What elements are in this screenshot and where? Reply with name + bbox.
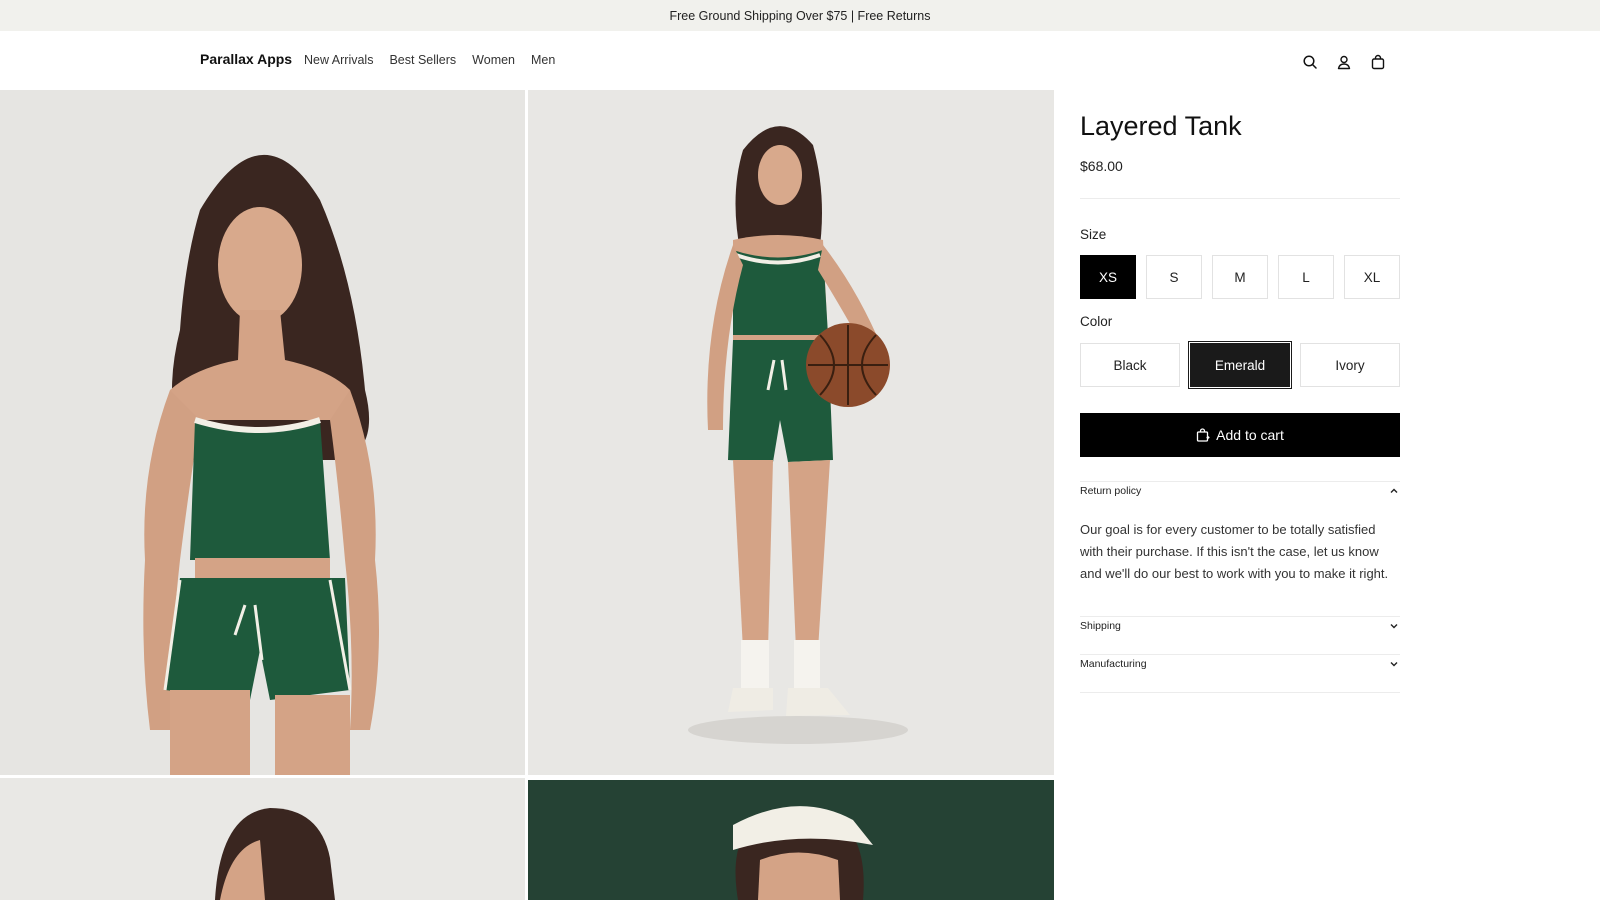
nav-best-sellers[interactable]: Best Sellers <box>389 53 456 67</box>
color-label: Color <box>1080 314 1113 329</box>
nav-men[interactable]: Men <box>531 53 555 67</box>
size-option-l[interactable]: L <box>1278 255 1334 299</box>
search-icon[interactable] <box>1298 51 1322 73</box>
product-image-full-body[interactable] <box>528 90 1054 775</box>
chevron-down-icon <box>1388 620 1400 632</box>
size-label: Size <box>1080 227 1107 242</box>
divider <box>1080 692 1400 693</box>
account-icon[interactable] <box>1332 51 1356 73</box>
header-actions <box>1298 51 1400 73</box>
main-nav: New Arrivals Best Sellers Women Men <box>304 53 571 67</box>
accordion-shipping[interactable]: Shipping <box>1080 616 1400 636</box>
nav-new-arrivals[interactable]: New Arrivals <box>304 53 373 67</box>
return-policy-text: Our goal is for every customer to be tot… <box>1080 522 1389 581</box>
size-option-m[interactable]: M <box>1212 255 1268 299</box>
chevron-up-icon <box>1388 485 1400 497</box>
accordion-title: Manufacturing <box>1080 658 1147 670</box>
accordion-return-policy[interactable]: Return policy <box>1080 481 1400 501</box>
chevron-down-icon <box>1388 658 1400 670</box>
product-gallery <box>0 90 1054 900</box>
brand-logo[interactable]: Parallax Apps <box>200 51 292 67</box>
size-selector: XS S M L XL <box>1080 255 1400 299</box>
size-option-s[interactable]: S <box>1146 255 1202 299</box>
bag-icon[interactable] <box>1366 51 1390 73</box>
add-to-cart-label: Add to cart <box>1216 427 1284 443</box>
accordion-manufacturing[interactable]: Manufacturing <box>1080 654 1400 674</box>
color-option-ivory[interactable]: Ivory <box>1300 343 1400 387</box>
nav-women[interactable]: Women <box>472 53 515 67</box>
size-option-xs[interactable]: XS <box>1080 255 1136 299</box>
product-title: Layered Tank <box>1080 111 1242 141</box>
add-to-cart-button[interactable]: Add to cart <box>1080 413 1400 457</box>
cart-plus-icon <box>1196 428 1210 442</box>
site-header: Parallax Apps New Arrivals Best Sellers … <box>0 31 1600 90</box>
product-price: $68.00 <box>1080 158 1123 174</box>
accordion-title: Shipping <box>1080 620 1121 632</box>
color-option-emerald[interactable]: Emerald <box>1188 341 1292 389</box>
divider <box>1080 198 1400 199</box>
announcement-bar: Free Ground Shipping Over $75 | Free Ret… <box>0 0 1600 31</box>
product-image-visor[interactable] <box>528 780 1054 900</box>
product-image-back[interactable] <box>0 778 525 900</box>
accordion-title: Return policy <box>1080 485 1142 497</box>
announcement-text: Free Ground Shipping Over $75 | Free Ret… <box>669 8 931 23</box>
product-image-front[interactable] <box>0 90 525 775</box>
color-option-black[interactable]: Black <box>1080 343 1180 387</box>
size-option-xl[interactable]: XL <box>1344 255 1400 299</box>
color-selector: Black Emerald Ivory <box>1080 341 1400 389</box>
